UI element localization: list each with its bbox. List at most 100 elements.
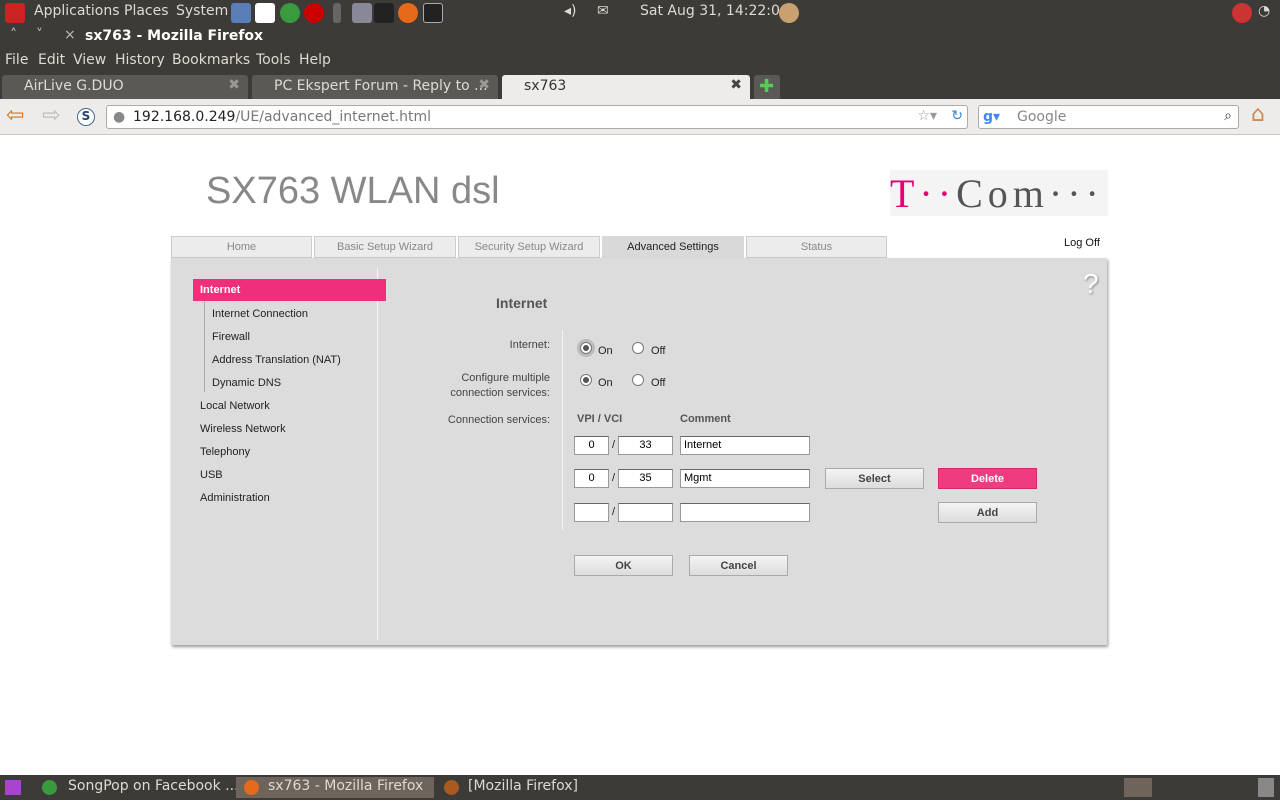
multi-on-radio[interactable]	[580, 374, 592, 386]
vci-input-2[interactable]: 35	[618, 469, 673, 488]
off-label: Off	[651, 377, 666, 389]
help-icon[interactable]: ?	[1083, 268, 1099, 300]
user-icon[interactable]	[779, 3, 799, 23]
tab-pcekspert[interactable]: PC Ekspert Forum - Reply to ... ✖	[252, 75, 498, 99]
google-icon[interactable]: g▾	[983, 109, 1000, 125]
back-button[interactable]: ⇦	[6, 103, 24, 128]
tab-home[interactable]: Home	[171, 236, 312, 258]
vpi-input-2[interactable]: 0	[574, 469, 609, 488]
add-button[interactable]: Add	[938, 502, 1037, 523]
vci-input-new[interactable]	[618, 503, 673, 522]
sidebar-item-wireless-network[interactable]: Wireless Network	[200, 423, 286, 435]
menu-places[interactable]: Places	[124, 3, 169, 19]
task-label: SongPop on Facebook ...	[68, 778, 239, 794]
maximize-button[interactable]: ˄	[10, 27, 17, 43]
sidebar-item-administration[interactable]: Administration	[200, 492, 270, 504]
tab-basic-setup-wizard[interactable]: Basic Setup Wizard	[314, 236, 456, 258]
sidebar-item-telephony[interactable]: Telephony	[200, 446, 250, 458]
navigation-bar: ⇦ ⇨ S ● 192.168.0.249/UE/advanced_intern…	[0, 99, 1280, 135]
tab-advanced-settings[interactable]: Advanced Settings	[602, 236, 744, 260]
wifi-icon[interactable]: ◔	[1258, 3, 1270, 19]
menu-view[interactable]: View	[73, 52, 106, 68]
power-icon[interactable]	[1232, 3, 1252, 23]
comment-input-2[interactable]: Mgmt	[680, 469, 810, 488]
new-tab-button[interactable]: ✚	[754, 75, 780, 99]
menu-history[interactable]: History	[115, 52, 165, 68]
tab-status[interactable]: Status	[746, 236, 887, 258]
task-label: [Mozilla Firefox]	[468, 778, 578, 794]
trash-icon[interactable]	[1258, 778, 1274, 797]
close-tab-icon[interactable]: ✖	[730, 77, 742, 93]
multi-off-radio[interactable]	[632, 374, 644, 386]
vpi-input-1[interactable]: 0	[574, 436, 609, 455]
url-bar[interactable]: ● 192.168.0.249/UE/advanced_internet.htm…	[106, 105, 968, 129]
menu-applications[interactable]: Applications	[34, 3, 120, 19]
menu-help[interactable]: Help	[299, 52, 331, 68]
hexchat-icon[interactable]	[255, 3, 275, 23]
firefox-icon[interactable]	[398, 3, 418, 23]
mail-icon[interactable]: ✉	[597, 3, 609, 19]
sidebar-item-local-network[interactable]: Local Network	[200, 400, 270, 412]
menu-bookmarks[interactable]: Bookmarks	[172, 52, 250, 68]
vpi-input-new[interactable]	[574, 503, 609, 522]
comment-input-new[interactable]	[680, 503, 810, 522]
chrome-icon[interactable]	[280, 3, 300, 23]
task-songpop[interactable]: SongPop on Facebook ...	[36, 777, 239, 798]
sidebar-item-internet[interactable]: Internet	[193, 279, 386, 301]
globe-icon: ●	[113, 109, 126, 125]
logoff-link[interactable]: Log Off	[1064, 237, 1100, 249]
slash: /	[612, 439, 616, 451]
task-firefox[interactable]: [Mozilla Firefox]	[436, 777, 632, 798]
select-button[interactable]: Select	[825, 468, 924, 489]
remote-icon[interactable]	[333, 3, 341, 23]
slash: /	[612, 472, 616, 484]
menu-system[interactable]: System	[176, 3, 228, 19]
opera-icon[interactable]	[304, 3, 324, 23]
vci-input-1[interactable]: 33	[618, 436, 673, 455]
workspace-firefox-icon[interactable]	[1124, 778, 1152, 797]
clock[interactable]: Sat Aug 31, 14:22:06	[640, 3, 789, 19]
search-input[interactable]: g▾ Google ⌕	[978, 105, 1239, 129]
addon-s-icon[interactable]: S	[77, 108, 95, 126]
sidebar-item-firewall[interactable]: Firewall	[212, 331, 250, 343]
sidebar-item-internet-connection[interactable]: Internet Connection	[212, 308, 308, 320]
top-panel: Applications Places System ◂) ✉ Sat Aug …	[0, 0, 1280, 26]
product-title: SX763 WLAN dsl	[206, 170, 500, 212]
task-sx763[interactable]: sx763 - Mozilla Firefox	[236, 777, 434, 798]
menu-tools[interactable]: Tools	[256, 52, 291, 68]
internet-off-radio[interactable]	[632, 342, 644, 354]
close-tab-icon[interactable]: ✖	[228, 77, 240, 93]
menu-file[interactable]: File	[5, 52, 28, 68]
tab-security-setup-wizard[interactable]: Security Setup Wizard	[458, 236, 600, 258]
comment-input-1[interactable]: Internet	[680, 436, 810, 455]
close-tab-icon[interactable]: ✖	[478, 77, 490, 93]
ubuntu-logo-icon[interactable]	[5, 3, 25, 23]
close-window-button[interactable]: ×	[64, 27, 76, 43]
tab-airlive[interactable]: AirLive G.DUO ✖	[2, 75, 248, 99]
forward-button[interactable]: ⇨	[42, 103, 60, 128]
show-desktop-icon[interactable]	[5, 780, 21, 795]
minimize-button[interactable]: ˅	[36, 27, 43, 43]
home-icon[interactable]: ⌂	[1251, 102, 1265, 127]
bookmark-star-icon[interactable]: ☆▾	[917, 108, 937, 124]
terminal-icon[interactable]	[423, 3, 443, 23]
sidebar-item-nat[interactable]: Address Translation (NAT)	[212, 354, 341, 366]
network-app-icon[interactable]	[231, 3, 251, 23]
search-icon[interactable]: ⌕	[1224, 108, 1232, 124]
volume-icon[interactable]: ◂)	[564, 3, 577, 19]
wine-icon[interactable]	[374, 3, 394, 23]
sidebar-item-usb[interactable]: USB	[200, 469, 223, 481]
cancel-button[interactable]: Cancel	[689, 555, 788, 576]
sidebar-item-dynamic-dns[interactable]: Dynamic DNS	[212, 377, 281, 389]
tab-sx763[interactable]: sx763 ✖	[502, 75, 750, 99]
video-app-icon[interactable]	[352, 3, 372, 23]
multi-label-line2: connection services:	[450, 387, 550, 399]
delete-button[interactable]: Delete	[938, 468, 1037, 489]
internet-on-radio[interactable]	[580, 342, 592, 354]
ok-button[interactable]: OK	[574, 555, 673, 576]
menu-edit[interactable]: Edit	[38, 52, 65, 68]
taskbar: SongPop on Facebook ... sx763 - Mozilla …	[0, 775, 1280, 800]
section-heading: Internet	[496, 295, 548, 311]
reload-icon[interactable]: ↻	[951, 108, 963, 124]
divider	[377, 268, 378, 640]
